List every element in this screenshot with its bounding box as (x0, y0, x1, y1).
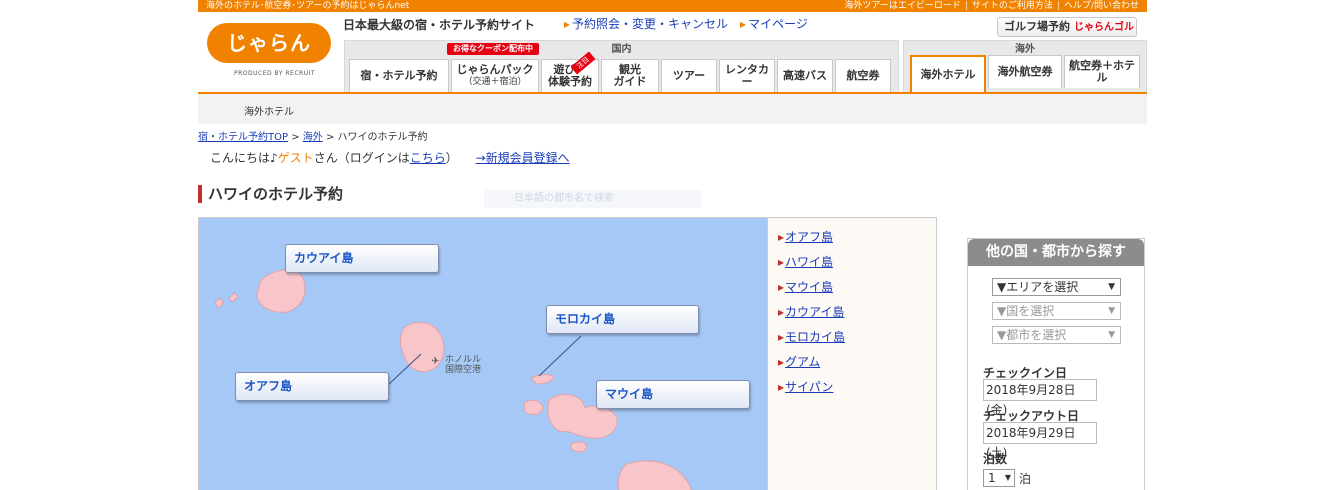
list-item: グアム (778, 353, 936, 378)
golf-label: ゴルフ場予約 (1004, 20, 1070, 33)
site-tagline: 日本最大級の宿・ホテル予約サイト (343, 18, 536, 32)
molokai-island (530, 374, 554, 385)
tab-overseas-air[interactable]: 海外航空券 (988, 55, 1062, 88)
niihau-island-2 (228, 292, 239, 303)
breadcrumb-current: ハワイのホテル予約 (337, 132, 428, 143)
list-item: オアフ島 (778, 228, 936, 253)
jalan-logo[interactable]: じゃらん (207, 23, 331, 63)
tab-tour[interactable]: ツアー (661, 59, 717, 92)
subnav-overseas-hotel[interactable]: 海外ホテル (244, 103, 294, 118)
list-item: モロカイ島 (778, 328, 936, 353)
island-link-oahu[interactable]: オアフ島 (785, 230, 833, 244)
reservation-check-link[interactable]: 予約照会・変更・キャンセル (564, 15, 728, 32)
island-link-list: オアフ島 ハワイ島 マウイ島 カウアイ島 モロカイ島 グアム サイパン (768, 217, 937, 490)
coupon-badge: お得なクーポン配布中 (447, 43, 539, 55)
niihau-island (214, 297, 224, 309)
tab-overseas-hotel[interactable]: 海外ホテル (910, 55, 986, 92)
top-link-help[interactable]: ヘルプ/問い合わせ (1064, 0, 1139, 12)
breadcrumb-overseas[interactable]: 海外 (303, 132, 323, 143)
mypage-link[interactable]: マイページ (740, 15, 808, 32)
domestic-nav-heading: 国内 (611, 44, 632, 55)
sub-nav: 海外ホテル (198, 94, 1147, 124)
island-link-kauai[interactable]: カウアイ島 (785, 305, 844, 319)
list-item: カウアイ島 (778, 303, 936, 328)
list-item: サイパン (778, 378, 936, 403)
island-link-guam[interactable]: グアム (785, 355, 820, 369)
tab-highway-bus[interactable]: 高速バス (777, 59, 833, 92)
list-item: マウイ島 (778, 278, 936, 303)
top-bar: 海外のホテル･航空券･ツアーの予約はじゃらんnet 海外ツアーはエイビーロード |… (198, 0, 1147, 12)
logo-subtext: PRODUCED BY RECRUIT (234, 70, 316, 77)
lanai-island (523, 399, 544, 416)
city-select[interactable]: ▼都市を選択 (992, 326, 1121, 344)
domestic-nav: 国内 宿・ホテル予約 じゃらんパック （交通＋宿泊） 遊び・ 体験予約 観光 ガイド … (344, 40, 899, 93)
island-link-maui[interactable]: マウイ島 (785, 280, 833, 294)
molokai-leader-line (538, 335, 582, 377)
tab-air-ticket[interactable]: 航空券 (835, 59, 891, 92)
country-select[interactable]: ▼国を選択 (992, 302, 1121, 320)
top-bar-text: 海外のホテル･航空券･ツアーの予約はじゃらんnet (206, 1, 410, 11)
island-button-kauai[interactable]: カウアイ島 (285, 244, 439, 273)
tab-air-plus-hotel[interactable]: 航空券＋ホテル (1064, 55, 1140, 88)
island-button-molokai[interactable]: モロカイ島 (546, 305, 699, 334)
island-button-maui[interactable]: マウイ島 (596, 380, 750, 409)
tab-hotel-reserve[interactable]: 宿・ホテル予約 (349, 59, 449, 92)
ghost-search-overlay: 日本語の都市名で検索 (484, 190, 702, 208)
golf-reserve-button[interactable]: ゴルフ場予約じゃらんゴルフ (997, 17, 1137, 52)
tab-jalan-pack[interactable]: じゃらんパック （交通＋宿泊） (451, 59, 539, 92)
top-link-usage[interactable]: サイトのご利用方法 (972, 0, 1053, 12)
top-bar-links: 海外ツアーはエイビーロード | サイトのご利用方法 | ヘルプ/問い合わせ (844, 0, 1139, 12)
login-link[interactable]: こちら (410, 151, 446, 165)
nights-label: 泊数 (983, 452, 1008, 466)
checkout-date-field[interactable]: 2018年9月29日(土) (983, 422, 1097, 460)
nights-unit: 泊 (1019, 471, 1032, 486)
list-item: ハワイ島 (778, 253, 936, 278)
hawaii-island (617, 460, 692, 490)
greeting: こんにちは♪ゲストさん（ログインはこちら） →新規会員登録へ (210, 151, 570, 165)
tab-activities[interactable]: 遊び・ 体験予約 (541, 59, 599, 92)
island-link-saipan[interactable]: サイパン (785, 380, 833, 394)
breadcrumb: 宿・ホテル予約TOP > 海外 > ハワイのホテル予約 (198, 132, 428, 143)
checkin-date-field[interactable]: 2018年9月28日(金) (983, 379, 1097, 417)
header-links: 予約照会・変更・キャンセル マイページ (564, 15, 808, 32)
island-link-hawaii[interactable]: ハワイ島 (785, 255, 833, 269)
kauai-island (256, 269, 306, 313)
tab-rental-car[interactable]: レンタカー (719, 59, 775, 92)
island-link-molokai[interactable]: モロカイ島 (785, 330, 845, 344)
area-select[interactable]: ▼エリアを選択 (992, 278, 1121, 296)
island-button-oahu[interactable]: オアフ島 (235, 372, 389, 401)
nights-row: 1 泊 (983, 469, 1031, 487)
hawaii-map: ✈ カウアイ島 オアフ島 モロカイ島 マウイ島 ホノルル 国際空港 (198, 217, 768, 490)
page-title: ハワイのホテル予約 (198, 185, 343, 203)
search-panel: 他の国・都市から探す ▼エリアを選択 ▼国を選択 ▼都市を選択 チェックイン日 … (967, 238, 1145, 490)
honolulu-airport-label: ホノルル 国際空港 (445, 355, 482, 375)
register-link[interactable]: →新規会員登録へ (476, 151, 570, 165)
search-panel-title: 他の国・都市から探す (968, 239, 1144, 266)
overseas-nav: 海外 海外ホテル 海外航空券 航空券＋ホテル (903, 40, 1147, 93)
top-link-abroad[interactable]: 海外ツアーはエイビーロード (844, 0, 960, 12)
kahoolawe-island (570, 441, 588, 453)
tab-sightseeing-guide[interactable]: 観光 ガイド (601, 59, 659, 92)
nights-select[interactable]: 1 (983, 469, 1015, 487)
breadcrumb-top[interactable]: 宿・ホテル予約TOP (198, 132, 288, 143)
guest-name: ゲスト (277, 151, 314, 165)
